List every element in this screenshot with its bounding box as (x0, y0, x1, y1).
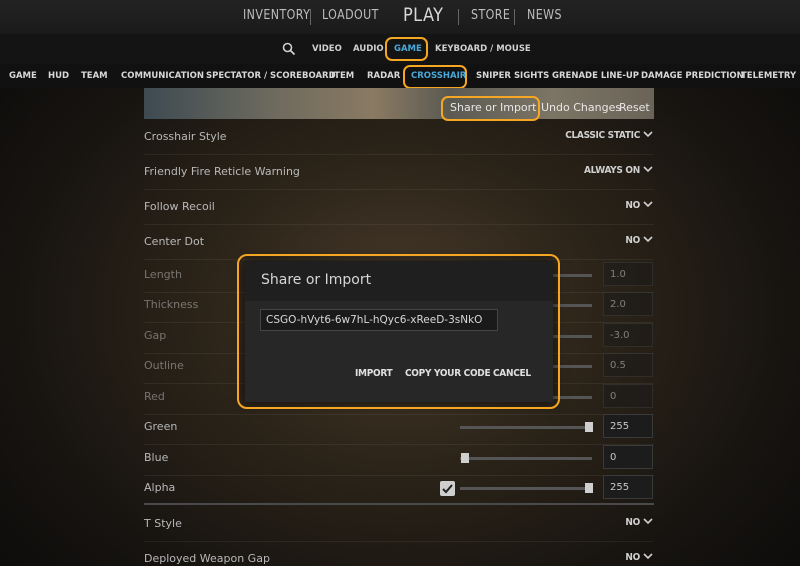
dropdown-value[interactable]: CLASSIC STATIC (565, 130, 640, 141)
value-input[interactable]: 2.0 (603, 292, 653, 316)
setting-label: T Style (144, 517, 182, 530)
checkmark-icon (442, 484, 453, 494)
dropdown-value[interactable]: NO (625, 235, 640, 246)
value-input[interactable]: 0 (603, 445, 653, 469)
setting-label: Follow Recoil (144, 200, 215, 213)
dropdown-value[interactable]: NO (625, 200, 640, 211)
setting-label: Blue (144, 451, 169, 464)
tab-team[interactable]: TEAM (81, 71, 108, 81)
dialog-highlight (237, 254, 560, 409)
tab-hud[interactable]: HUD (48, 71, 69, 81)
category-video[interactable]: VIDEO (312, 44, 342, 54)
chevron-down-icon[interactable] (642, 233, 654, 245)
setting-label: Thickness (144, 298, 199, 311)
dropdown-value[interactable]: NO (625, 517, 640, 528)
category-audio[interactable]: AUDIO (353, 44, 384, 54)
setting-deployed-weapon-gap[interactable]: Deployed Weapon Gap NO (144, 542, 654, 566)
setting-label: Crosshair Style (144, 130, 227, 143)
value-input[interactable]: 255 (603, 414, 653, 438)
tab-grenade-line-up[interactable]: GRENADE LINE-UP (552, 71, 639, 81)
value-input[interactable]: -3.0 (603, 323, 653, 347)
slider-track[interactable] (460, 426, 592, 429)
reset-button[interactable]: Reset (619, 101, 650, 114)
chevron-down-icon[interactable] (642, 163, 654, 175)
nav-separator (310, 9, 311, 25)
setting-label: Outline (144, 359, 184, 372)
setting-label: Gap (144, 329, 167, 342)
nav-separator (458, 9, 459, 25)
crosshair-tab-highlight (403, 65, 467, 89)
setting-label: Center Dot (144, 235, 205, 248)
value-input[interactable]: 0 (603, 384, 653, 408)
dropdown-value[interactable]: NO (625, 552, 640, 563)
setting-label: Deployed Weapon Gap (144, 552, 270, 565)
tab-communication[interactable]: COMMUNICATION (121, 71, 204, 81)
setting-t-style[interactable]: T Style NO (144, 507, 654, 542)
slider-track[interactable] (460, 487, 592, 490)
setting-label: Red (144, 390, 165, 403)
setting-green: Green 255 (144, 410, 654, 445)
crosshair-preview: Share or Import Undo Changes Reset (144, 88, 654, 119)
alpha-checkbox[interactable] (440, 481, 455, 496)
value-input[interactable]: 255 (603, 475, 653, 499)
slider-thumb[interactable] (585, 483, 593, 493)
chevron-down-icon[interactable] (642, 515, 654, 527)
setting-friendly-fire-reticle-warning[interactable]: Friendly Fire Reticle Warning ALWAYS ON (144, 155, 654, 190)
search-icon[interactable] (282, 41, 296, 60)
chevron-down-icon[interactable] (642, 198, 654, 210)
nav-inventory[interactable]: INVENTORY (243, 8, 310, 23)
tab-item[interactable]: ITEM (331, 71, 354, 81)
tab-telemetry[interactable]: TELEMETRY (741, 71, 796, 81)
section-divider (144, 503, 654, 505)
nav-loadout[interactable]: LOADOUT (322, 8, 379, 23)
value-input[interactable]: 1.0 (603, 262, 653, 286)
nav-news[interactable]: NEWS (527, 8, 562, 23)
nav-separator (514, 9, 515, 25)
dropdown-value[interactable]: ALWAYS ON (584, 165, 640, 176)
setting-label: Green (144, 420, 178, 433)
setting-crosshair-style[interactable]: Crosshair Style CLASSIC STATIC (144, 120, 654, 155)
nav-store[interactable]: STORE (471, 8, 510, 23)
tab-spectator-scoreboard[interactable]: SPECTATOR / SCOREBOARD (206, 71, 336, 81)
game-highlight (385, 37, 428, 61)
tab-sniper-sights[interactable]: SNIPER SIGHTS (476, 71, 549, 81)
value-input[interactable]: 0.5 (603, 353, 653, 377)
setting-label: Friendly Fire Reticle Warning (144, 165, 300, 178)
setting-alpha: Alpha 255 (144, 471, 654, 506)
undo-changes-button[interactable]: Undo Changes (541, 101, 621, 114)
setting-label: Alpha (144, 481, 176, 494)
slider-thumb[interactable] (585, 422, 593, 432)
slider-track[interactable] (460, 457, 592, 460)
setting-follow-recoil[interactable]: Follow Recoil NO (144, 190, 654, 225)
game-tab-nav: GAME HUD TEAM COMMUNICATION SPECTATOR / … (0, 64, 800, 88)
share-import-highlight (441, 96, 540, 121)
tab-damage-prediction[interactable]: DAMAGE PREDICTION (641, 71, 744, 81)
nav-play[interactable]: PLAY (403, 4, 443, 26)
top-nav: INVENTORY LOADOUT PLAY STORE NEWS (0, 0, 800, 34)
chevron-down-icon[interactable] (642, 550, 654, 562)
category-keyboard-mouse[interactable]: KEYBOARD / MOUSE (435, 44, 531, 54)
setting-label: Length (144, 268, 182, 281)
slider-thumb[interactable] (461, 453, 469, 463)
chevron-down-icon[interactable] (642, 128, 654, 140)
tab-game[interactable]: GAME (9, 71, 37, 81)
tab-radar[interactable]: RADAR (367, 71, 400, 81)
